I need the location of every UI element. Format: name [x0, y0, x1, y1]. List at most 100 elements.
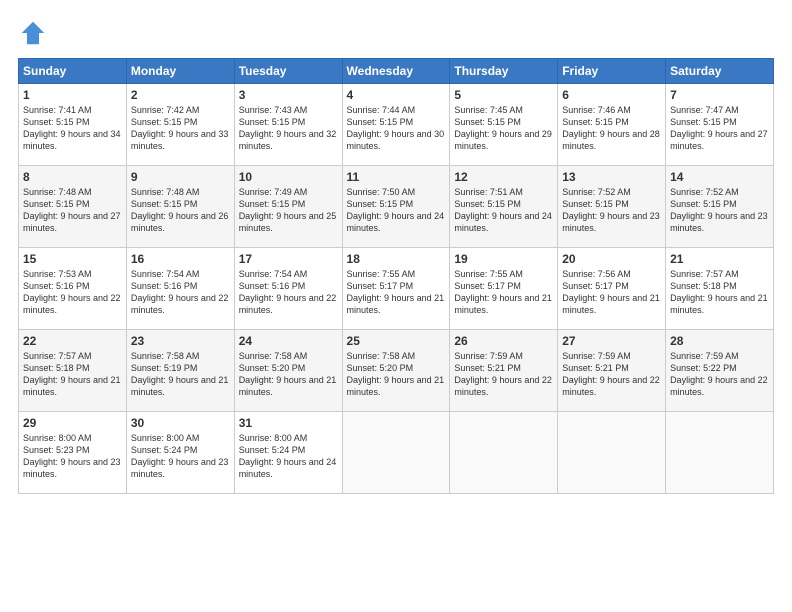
weekday-header: Thursday — [450, 59, 558, 84]
calendar-day-cell: 18 Sunrise: 7:55 AMSunset: 5:17 PMDayligh… — [342, 248, 450, 330]
day-number: 2 — [131, 88, 230, 102]
day-info: Sunrise: 7:57 AMSunset: 5:18 PMDaylight:… — [23, 350, 122, 399]
calendar-week-row: 8 Sunrise: 7:48 AMSunset: 5:15 PMDaylight… — [19, 166, 774, 248]
day-info: Sunrise: 7:50 AMSunset: 5:15 PMDaylight:… — [347, 186, 446, 235]
calendar-day-cell: 4Sunrise: 7:44 AMSunset: 5:15 PMDaylight… — [342, 84, 450, 166]
calendar-day-cell — [666, 412, 774, 494]
day-info: Sunrise: 7:52 AMSunset: 5:15 PMDaylight:… — [562, 186, 661, 235]
day-number: 8 — [23, 170, 122, 184]
day-number: 9 — [131, 170, 230, 184]
day-info: Sunrise: 7:59 AMSunset: 5:22 PMDaylight:… — [670, 350, 769, 399]
day-number: 4 — [347, 88, 446, 102]
day-number: 12 — [454, 170, 553, 184]
day-info: Sunrise: 8:00 AMSunset: 5:23 PMDaylight:… — [23, 432, 122, 481]
day-info: Sunrise: 7:49 AMSunset: 5:15 PMDaylight:… — [239, 186, 338, 235]
day-info: Sunrise: 7:53 AMSunset: 5:16 PMDaylight:… — [23, 268, 122, 317]
calendar-day-cell: 17 Sunrise: 7:54 AMSunset: 5:16 PMDayligh… — [234, 248, 342, 330]
day-info: Sunrise: 7:42 AMSunset: 5:15 PMDaylight:… — [131, 104, 230, 153]
calendar-day-cell: 1Sunrise: 7:41 AMSunset: 5:15 PMDaylight… — [19, 84, 127, 166]
day-number: 6 — [562, 88, 661, 102]
page: SundayMondayTuesdayWednesdayThursdayFrid… — [0, 0, 792, 612]
calendar-day-cell: 22 Sunrise: 7:57 AMSunset: 5:18 PMDayligh… — [19, 330, 127, 412]
calendar-day-cell — [450, 412, 558, 494]
day-number: 18 — [347, 252, 446, 266]
weekday-header: Sunday — [19, 59, 127, 84]
day-number: 17 — [239, 252, 338, 266]
weekday-header-row: SundayMondayTuesdayWednesdayThursdayFrid… — [19, 59, 774, 84]
day-number: 7 — [670, 88, 769, 102]
calendar-day-cell: 2 Sunrise: 7:42 AMSunset: 5:15 PMDaylight… — [126, 84, 234, 166]
day-number: 14 — [670, 170, 769, 184]
calendar-week-row: 22 Sunrise: 7:57 AMSunset: 5:18 PMDayligh… — [19, 330, 774, 412]
day-number: 31 — [239, 416, 338, 430]
calendar-day-cell: 29Sunrise: 8:00 AMSunset: 5:23 PMDayligh… — [19, 412, 127, 494]
calendar-week-row: 1Sunrise: 7:41 AMSunset: 5:15 PMDaylight… — [19, 84, 774, 166]
day-info: Sunrise: 7:55 AMSunset: 5:17 PMDaylight:… — [347, 268, 446, 317]
day-number: 5 — [454, 88, 553, 102]
day-info: Sunrise: 7:54 AMSunset: 5:16 PMDaylight:… — [131, 268, 230, 317]
calendar-day-cell — [558, 412, 666, 494]
calendar-week-row: 29Sunrise: 8:00 AMSunset: 5:23 PMDayligh… — [19, 412, 774, 494]
day-number: 26 — [454, 334, 553, 348]
day-info: Sunrise: 7:58 AMSunset: 5:20 PMDaylight:… — [347, 350, 446, 399]
day-info: Sunrise: 7:43 AMSunset: 5:15 PMDaylight:… — [239, 104, 338, 153]
day-info: Sunrise: 7:45 AMSunset: 5:15 PMDaylight:… — [454, 104, 553, 153]
calendar-day-cell: 31 Sunrise: 8:00 AMSunset: 5:24 PMDayligh… — [234, 412, 342, 494]
logo-icon — [18, 18, 48, 48]
calendar-day-cell: 21 Sunrise: 7:57 AMSunset: 5:18 PMDayligh… — [666, 248, 774, 330]
day-info: Sunrise: 7:46 AMSunset: 5:15 PMDaylight:… — [562, 104, 661, 153]
day-number: 23 — [131, 334, 230, 348]
calendar-day-cell: 7 Sunrise: 7:47 AMSunset: 5:15 PMDaylight… — [666, 84, 774, 166]
calendar-day-cell: 8 Sunrise: 7:48 AMSunset: 5:15 PMDaylight… — [19, 166, 127, 248]
day-info: Sunrise: 7:48 AMSunset: 5:15 PMDaylight:… — [131, 186, 230, 235]
weekday-header: Wednesday — [342, 59, 450, 84]
calendar-day-cell: 10 Sunrise: 7:49 AMSunset: 5:15 PMDayligh… — [234, 166, 342, 248]
day-info: Sunrise: 7:57 AMSunset: 5:18 PMDaylight:… — [670, 268, 769, 317]
calendar-day-cell: 11Sunrise: 7:50 AMSunset: 5:15 PMDayligh… — [342, 166, 450, 248]
calendar-day-cell: 26 Sunrise: 7:59 AMSunset: 5:21 PMDayligh… — [450, 330, 558, 412]
day-info: Sunrise: 7:56 AMSunset: 5:17 PMDaylight:… — [562, 268, 661, 317]
day-info: Sunrise: 7:59 AMSunset: 5:21 PMDaylight:… — [562, 350, 661, 399]
day-number: 28 — [670, 334, 769, 348]
calendar-day-cell: 30 Sunrise: 8:00 AMSunset: 5:24 PMDayligh… — [126, 412, 234, 494]
calendar-day-cell: 13 Sunrise: 7:52 AMSunset: 5:15 PMDayligh… — [558, 166, 666, 248]
day-number: 13 — [562, 170, 661, 184]
day-number: 19 — [454, 252, 553, 266]
day-info: Sunrise: 7:58 AMSunset: 5:20 PMDaylight:… — [239, 350, 338, 399]
day-info: Sunrise: 8:00 AMSunset: 5:24 PMDaylight:… — [131, 432, 230, 481]
weekday-header: Tuesday — [234, 59, 342, 84]
day-number: 25 — [347, 334, 446, 348]
calendar-table: SundayMondayTuesdayWednesdayThursdayFrid… — [18, 58, 774, 494]
weekday-header: Saturday — [666, 59, 774, 84]
calendar-day-cell: 9 Sunrise: 7:48 AMSunset: 5:15 PMDaylight… — [126, 166, 234, 248]
day-number: 24 — [239, 334, 338, 348]
calendar-day-cell — [342, 412, 450, 494]
day-info: Sunrise: 7:54 AMSunset: 5:16 PMDaylight:… — [239, 268, 338, 317]
day-number: 15 — [23, 252, 122, 266]
day-number: 10 — [239, 170, 338, 184]
day-info: Sunrise: 7:47 AMSunset: 5:15 PMDaylight:… — [670, 104, 769, 153]
day-info: Sunrise: 7:48 AMSunset: 5:15 PMDaylight:… — [23, 186, 122, 235]
calendar-week-row: 15 Sunrise: 7:53 AMSunset: 5:16 PMDayligh… — [19, 248, 774, 330]
day-number: 22 — [23, 334, 122, 348]
day-number: 20 — [562, 252, 661, 266]
day-number: 1 — [23, 88, 122, 102]
calendar-day-cell: 5 Sunrise: 7:45 AMSunset: 5:15 PMDaylight… — [450, 84, 558, 166]
calendar-day-cell: 3 Sunrise: 7:43 AMSunset: 5:15 PMDaylight… — [234, 84, 342, 166]
header — [18, 18, 774, 48]
calendar-day-cell: 27Sunrise: 7:59 AMSunset: 5:21 PMDayligh… — [558, 330, 666, 412]
day-number: 3 — [239, 88, 338, 102]
calendar-day-cell: 20 Sunrise: 7:56 AMSunset: 5:17 PMDayligh… — [558, 248, 666, 330]
calendar-day-cell: 25 Sunrise: 7:58 AMSunset: 5:20 PMDayligh… — [342, 330, 450, 412]
calendar-day-cell: 14 Sunrise: 7:52 AMSunset: 5:15 PMDayligh… — [666, 166, 774, 248]
day-info: Sunrise: 8:00 AMSunset: 5:24 PMDaylight:… — [239, 432, 338, 481]
calendar-day-cell: 16 Sunrise: 7:54 AMSunset: 5:16 PMDayligh… — [126, 248, 234, 330]
day-number: 16 — [131, 252, 230, 266]
day-info: Sunrise: 7:52 AMSunset: 5:15 PMDaylight:… — [670, 186, 769, 235]
calendar-day-cell: 19 Sunrise: 7:55 AMSunset: 5:17 PMDayligh… — [450, 248, 558, 330]
day-info: Sunrise: 7:55 AMSunset: 5:17 PMDaylight:… — [454, 268, 553, 317]
day-info: Sunrise: 7:59 AMSunset: 5:21 PMDaylight:… — [454, 350, 553, 399]
day-number: 30 — [131, 416, 230, 430]
day-number: 21 — [670, 252, 769, 266]
calendar-day-cell: 24 Sunrise: 7:58 AMSunset: 5:20 PMDayligh… — [234, 330, 342, 412]
